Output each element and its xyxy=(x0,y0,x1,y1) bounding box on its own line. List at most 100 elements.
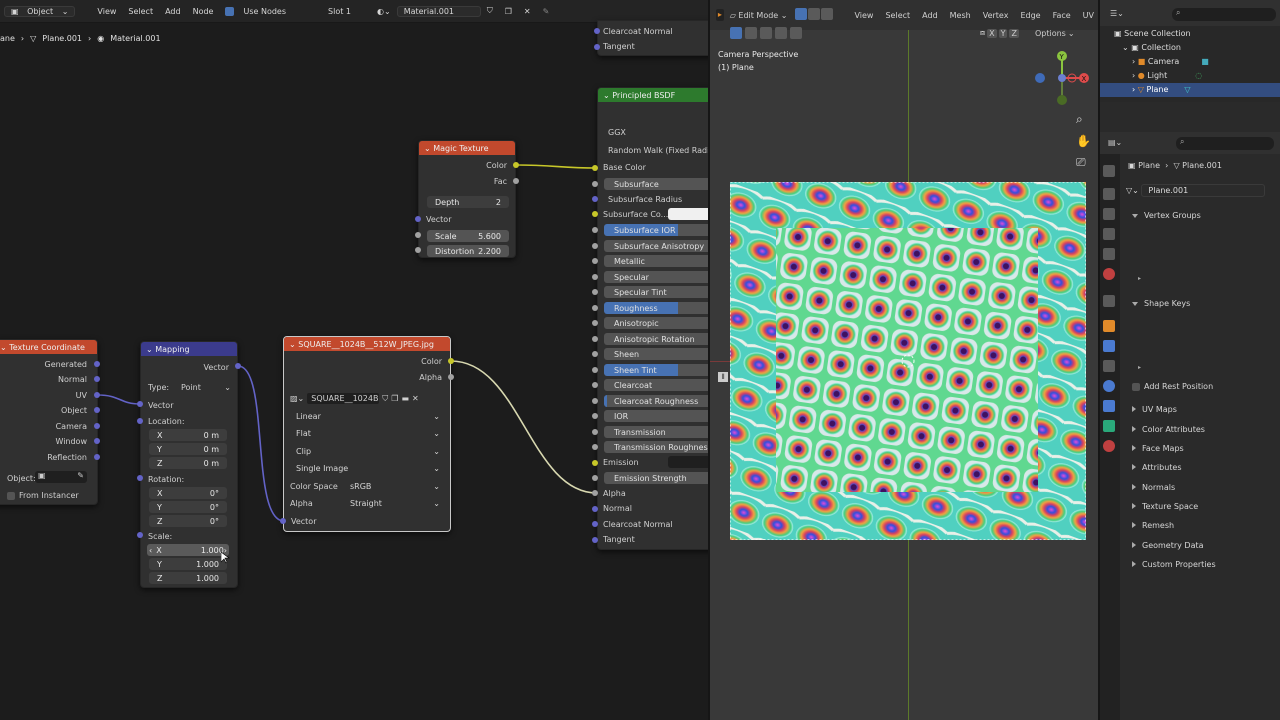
source-select[interactable]: Single Image ⌄ xyxy=(290,461,446,475)
magic-texture-node[interactable]: ⌄ Magic Texture Color Fac Depth 2 Vector … xyxy=(418,140,516,258)
socket-magic-fac[interactable] xyxy=(513,178,519,184)
folder-icon[interactable]: ▬ xyxy=(401,394,409,403)
location-y-field[interactable]: Y 0 m xyxy=(149,443,227,455)
mirror-z-toggle[interactable]: Z xyxy=(1009,28,1019,38)
select-subtract-icon[interactable] xyxy=(760,27,772,39)
scale-y-field[interactable]: Y 1.000 xyxy=(149,558,227,570)
panel-vertex-groups[interactable]: Vertex Groups xyxy=(1132,211,1201,220)
physics-tab-icon[interactable] xyxy=(1103,380,1115,392)
mapping-node[interactable]: ⌄ Mapping Vector Type: Point ⌄ Vector Loc… xyxy=(140,341,238,588)
node-header[interactable]: ⌄ SQUARE__1024B__512W_JPEG.jpg xyxy=(284,337,450,351)
collapse-icon[interactable]: ⌄ xyxy=(289,340,298,349)
outliner-row-light[interactable]: › ● Light ◌ xyxy=(1132,71,1202,80)
select-box-icon[interactable] xyxy=(730,27,742,39)
extension-select[interactable]: Clip ⌄ xyxy=(290,444,446,458)
object-picker-field[interactable]: ▣ ✎ xyxy=(35,471,87,483)
properties-editor-icon[interactable]: ▤⌄ xyxy=(1108,138,1122,147)
properties-search-field[interactable]: ⌕ xyxy=(1176,137,1274,150)
vertex-select-icon[interactable] xyxy=(795,8,808,20)
transmission-roughness-field[interactable]: Transmission Roughness xyxy=(604,441,708,453)
tool-tab-icon[interactable] xyxy=(1103,165,1115,177)
socket-normal[interactable] xyxy=(592,506,598,512)
socket-camera[interactable] xyxy=(94,423,100,429)
camera-view-icon[interactable]: ⎚ xyxy=(1076,155,1086,170)
socket-transmission-roughness[interactable] xyxy=(592,444,598,450)
type-select[interactable]: Point ⌄ xyxy=(181,383,231,392)
menu-uv[interactable]: UV xyxy=(1077,11,1098,20)
socket-emission[interactable] xyxy=(592,460,598,466)
menu-add[interactable]: Add xyxy=(916,11,944,20)
edge-select-icon[interactable] xyxy=(808,8,821,20)
socket-specular-tint[interactable] xyxy=(592,289,598,295)
color-space-select[interactable]: sRGB ⌄ xyxy=(344,479,446,493)
socket-scale[interactable] xyxy=(137,532,143,538)
subsurface-radius-input[interactable]: Subsurface Radius xyxy=(608,195,682,204)
clearcoat-field[interactable]: Clearcoat xyxy=(604,379,708,391)
view-layer-tab-icon[interactable] xyxy=(1103,228,1115,240)
socket-magic-color[interactable] xyxy=(513,162,519,168)
emission-strength-field[interactable]: Emission Strength xyxy=(604,472,708,484)
sheen-tint-field[interactable]: Sheen Tint xyxy=(604,364,708,376)
socket-normal[interactable] xyxy=(94,376,100,382)
zoom-icon[interactable]: ⌕ xyxy=(1076,112,1083,127)
add-rest-position-checkbox[interactable]: Add Rest Position xyxy=(1132,382,1213,391)
specular-field[interactable]: Specular xyxy=(604,271,708,283)
socket-magic-distortion[interactable] xyxy=(415,247,421,253)
eyedropper-icon[interactable]: ✎ xyxy=(77,471,87,480)
socket-uv[interactable] xyxy=(94,392,100,398)
anisotropic-field[interactable]: Anisotropic xyxy=(604,317,708,329)
rotation-x-field[interactable]: X 0° xyxy=(149,487,227,499)
chevron-down-icon[interactable]: ⌄ xyxy=(1122,43,1129,52)
socket-subsurface-ior[interactable] xyxy=(592,227,598,233)
subsurface-anisotropy-field[interactable]: Subsurface Anisotropy xyxy=(604,240,708,252)
editor-type-icon[interactable]: ▸ xyxy=(716,9,724,21)
socket-clearcoat-normal[interactable] xyxy=(592,521,598,527)
panel-geometry-data[interactable]: Geometry Data xyxy=(1132,541,1204,550)
subsurface-field[interactable]: Subsurface xyxy=(604,178,708,190)
list-expand-icon[interactable]: ▸ xyxy=(1138,364,1141,371)
select-extend-icon[interactable] xyxy=(745,27,757,39)
node-header[interactable]: ⌄ Mapping xyxy=(141,342,237,356)
mesh-browse-icon[interactable]: ▽⌄ xyxy=(1126,186,1141,195)
panel-texture-space[interactable]: Texture Space xyxy=(1132,502,1198,511)
outliner-row-collection[interactable]: ⌄ ▣ Collection xyxy=(1122,43,1181,52)
scale-x-field[interactable]: ‹ X 1.000 › xyxy=(147,544,229,556)
world-tab-icon[interactable] xyxy=(1103,268,1115,280)
panel-remesh[interactable]: Remesh xyxy=(1132,521,1174,530)
socket-image-alpha[interactable] xyxy=(448,374,454,380)
mirror-x-toggle[interactable]: X xyxy=(987,28,997,38)
node-editor[interactable]: ▣ Object ⌄ View Select Add Node Use Node… xyxy=(0,0,708,720)
node-header[interactable]: ⌄ Magic Texture xyxy=(419,141,515,155)
outliner-row-scene-collection[interactable]: ▣ Scene Collection xyxy=(1114,29,1191,38)
panel-color-attributes[interactable]: Color Attributes xyxy=(1132,425,1205,434)
duplicate-icon[interactable]: ❐ xyxy=(391,394,398,403)
collapse-icon[interactable]: ⌄ xyxy=(146,345,155,354)
socket-mapping-out[interactable] xyxy=(235,363,241,369)
menu-vertex[interactable]: Vertex xyxy=(977,11,1015,20)
socket-emission-strength[interactable] xyxy=(592,475,598,481)
socket-subsurface[interactable] xyxy=(592,181,598,187)
mirror-y-toggle[interactable]: Y xyxy=(998,28,1008,38)
socket-mapping-in[interactable] xyxy=(137,401,143,407)
socket-image-vector[interactable] xyxy=(280,518,286,524)
collapse-icon[interactable]: ⌄ xyxy=(603,91,612,100)
location-z-field[interactable]: Z 0 m xyxy=(149,457,227,469)
subsurface-method-select[interactable]: Random Walk (Fixed Radius) xyxy=(608,146,708,155)
options-menu[interactable]: Options xyxy=(1035,29,1066,38)
specular-tint-field[interactable]: Specular Tint xyxy=(604,286,708,298)
anisotropic-rotation-field[interactable]: Anisotropic Rotation xyxy=(604,333,708,345)
interaction-mode-select[interactable]: ▱ Edit Mode ⌄ xyxy=(730,11,788,20)
panel-face-maps[interactable]: Face Maps xyxy=(1132,444,1184,453)
socket-location[interactable] xyxy=(137,418,143,424)
rotation-z-field[interactable]: Z 0° xyxy=(149,515,227,527)
data-tab-icon[interactable] xyxy=(1103,420,1115,432)
constraints-tab-icon[interactable] xyxy=(1103,400,1115,412)
image-texture-node[interactable]: ⌄ SQUARE__1024B__512W_JPEG.jpg Color Alp… xyxy=(283,336,451,532)
mesh-name-field[interactable]: Plane.001 xyxy=(1141,184,1266,197)
node-header[interactable]: ⌄ Principled BSDF xyxy=(598,88,708,102)
socket-rotation[interactable] xyxy=(137,475,143,481)
panel-attributes[interactable]: Attributes xyxy=(1132,463,1182,472)
socket-magic-scale[interactable] xyxy=(415,232,421,238)
socket-tangent[interactable] xyxy=(594,44,600,50)
projection-select[interactable]: Flat ⌄ xyxy=(290,426,446,440)
